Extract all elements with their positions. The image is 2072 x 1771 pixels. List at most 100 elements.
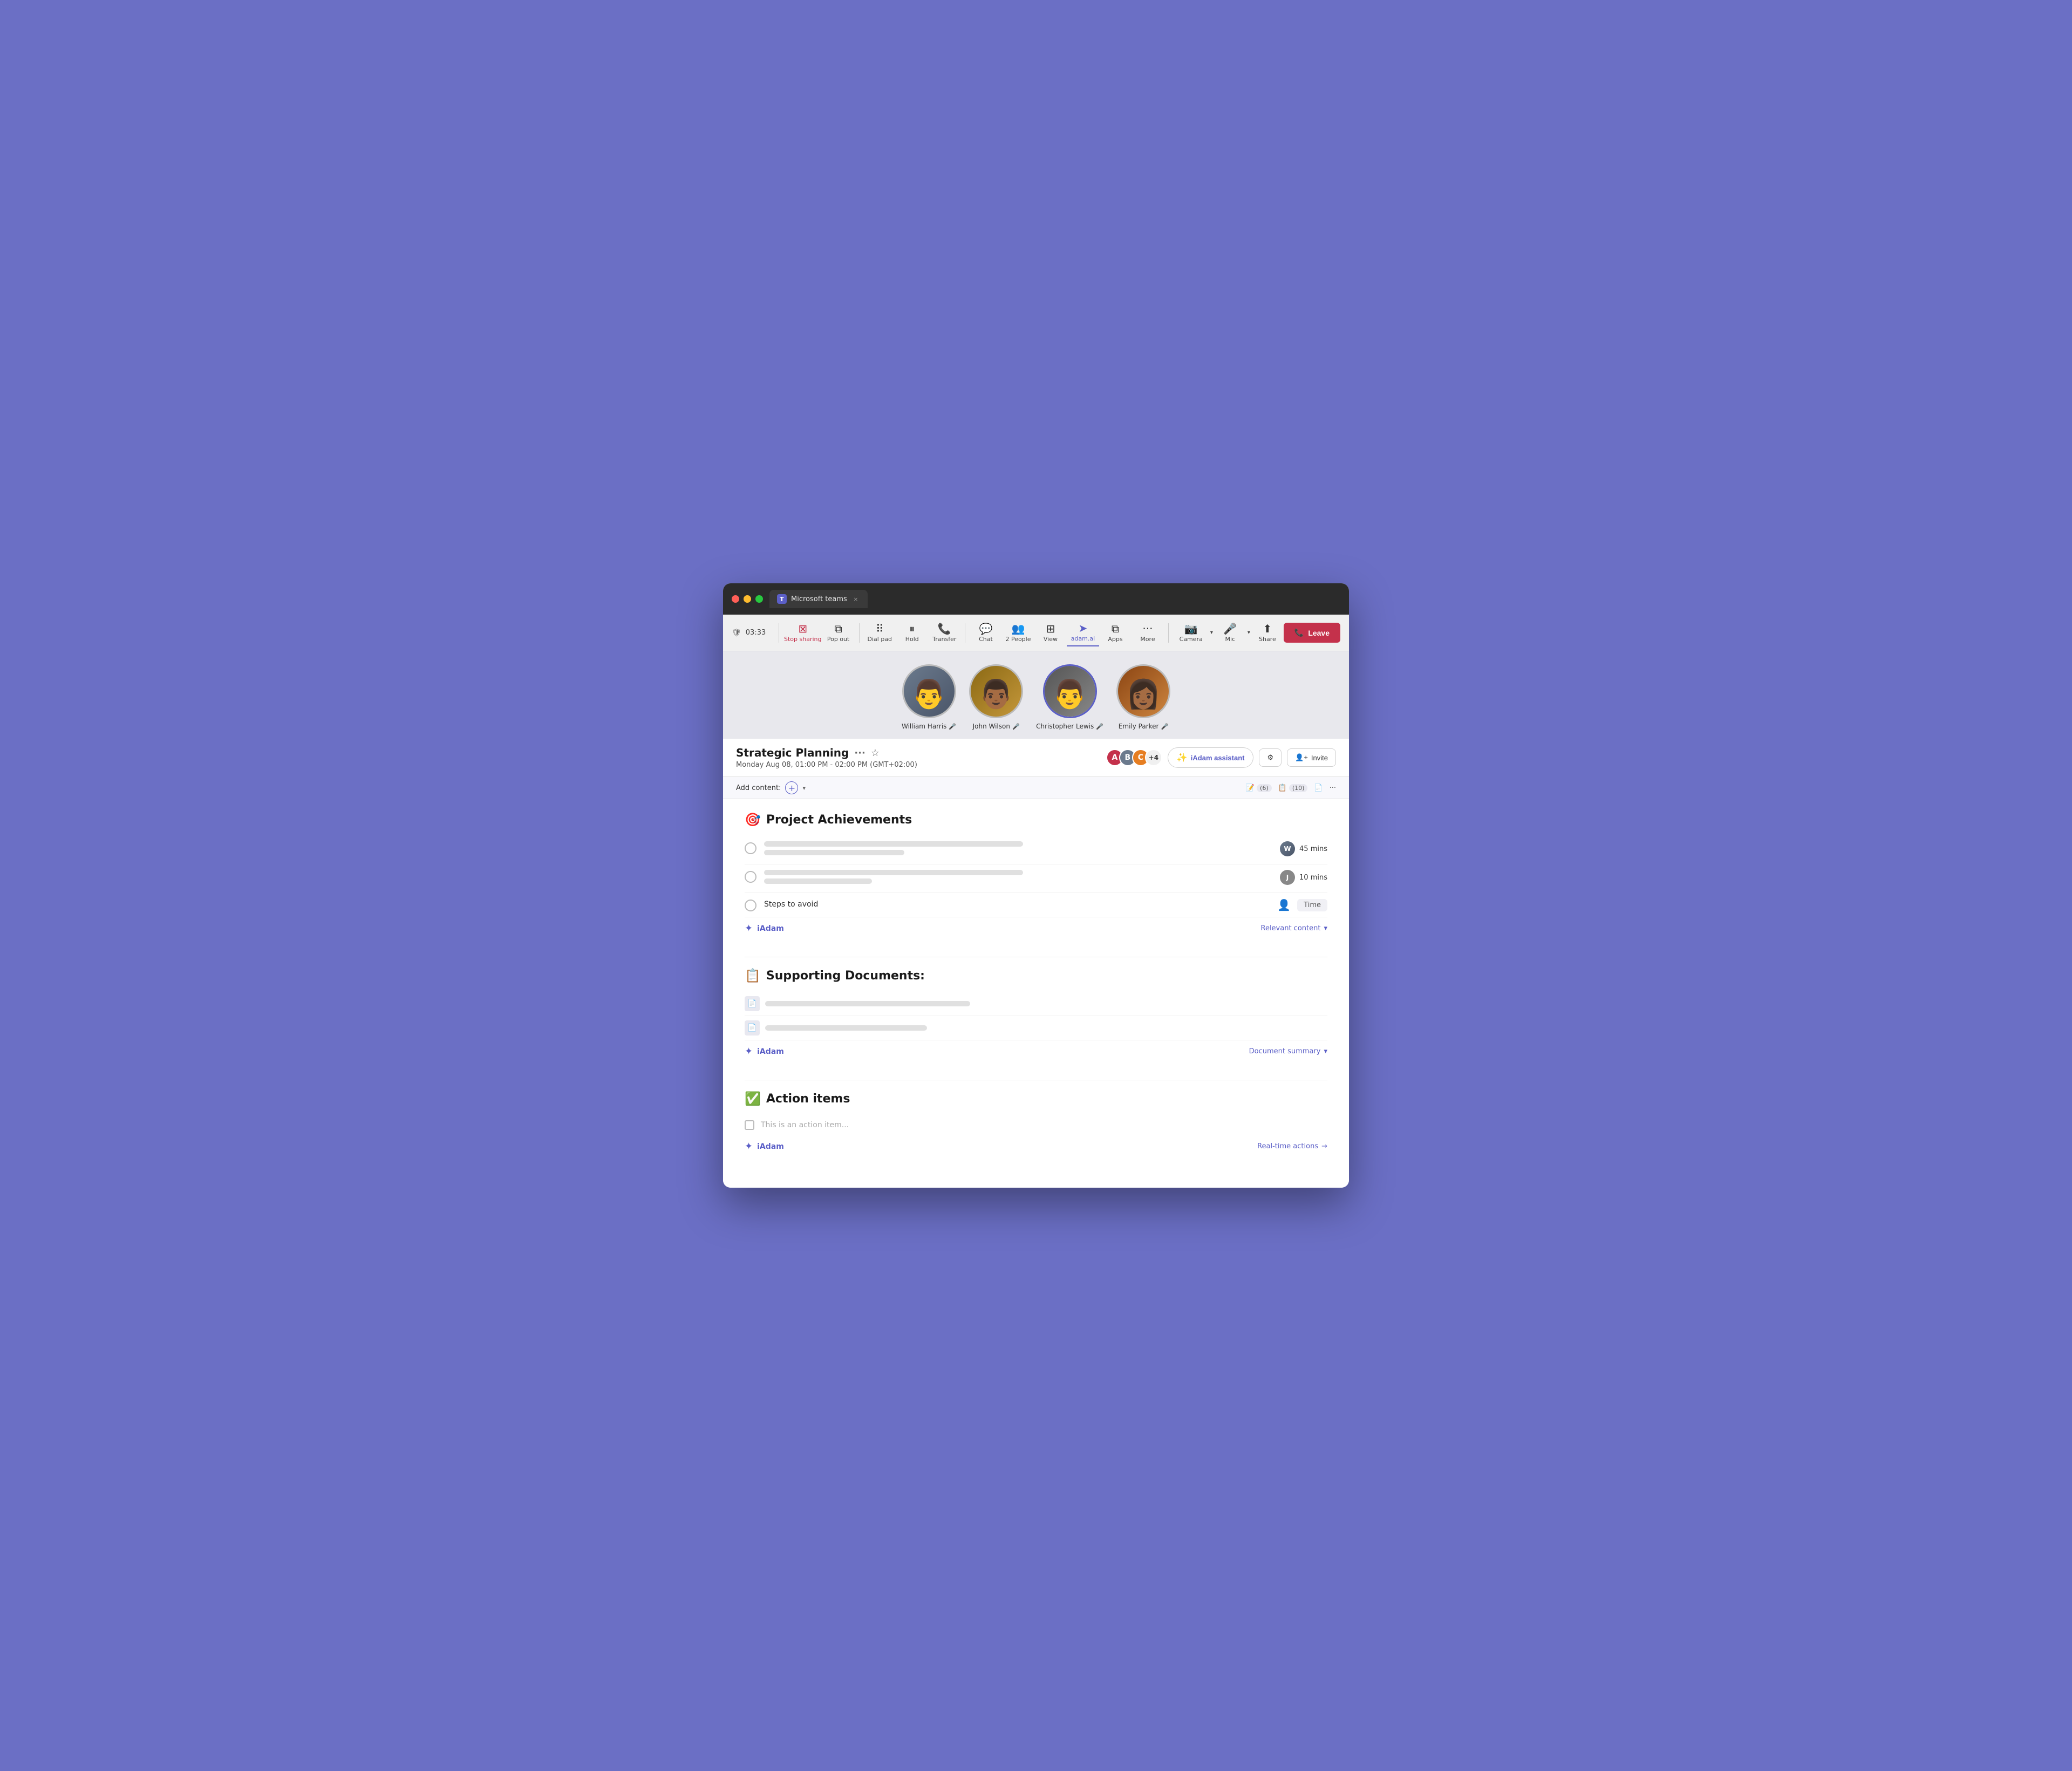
agenda-item-3: Steps to avoid 👤 Time — [745, 893, 1327, 917]
content-more-button[interactable]: 📄 — [1314, 784, 1323, 792]
supporting-documents-section: 📋 Supporting Documents: 📄 📄 ✦ iAdam Docu… — [745, 968, 1327, 1062]
content-overflow-button[interactable]: ··· — [1330, 784, 1336, 792]
call-toolbar: 🛡 03:33 ⊠ Stop sharing ⧉ Pop out ⠿ Dial … — [723, 615, 1349, 651]
iadam-label-2: ✦ iAdam — [745, 1046, 784, 1057]
agenda-text-bar-2b — [764, 878, 872, 884]
mute-icon-william: 🎤 — [949, 723, 956, 730]
invite-button[interactable]: 👤+ Invite — [1287, 748, 1336, 767]
iadam-btn-label: iAdam assistant — [1191, 754, 1245, 762]
project-achievements-icon: 🎯 — [745, 812, 761, 827]
hold-button[interactable]: ⏸ Hold — [896, 620, 928, 646]
transfer-button[interactable]: 📞 Transfer — [928, 620, 960, 646]
content-toolbar: Add content: + ▾ 📝 (6) 📋 (10) 📄 ··· — [723, 777, 1349, 799]
avatar-christopher: 👨 — [1043, 664, 1097, 718]
more-button[interactable]: ··· More — [1132, 620, 1164, 646]
relevant-content-button[interactable]: Relevant content ▾ — [1261, 924, 1328, 932]
doc-summary-button[interactable]: Document summary ▾ — [1249, 1047, 1327, 1055]
iadam-row-1: ✦ iAdam Relevant content ▾ — [745, 917, 1327, 939]
dial-pad-button[interactable]: ⠿ Dial pad — [863, 620, 896, 646]
leave-button[interactable]: 📞 Leave — [1284, 623, 1340, 643]
apps-icon: ⧉ — [1112, 623, 1119, 634]
realtime-actions-button[interactable]: Real-time actions → — [1257, 1142, 1327, 1150]
meeting-title: Strategic Planning ··· ☆ — [736, 746, 917, 759]
agenda-checkbox-2[interactable] — [745, 871, 756, 883]
tab-title: Microsoft teams — [791, 595, 847, 603]
doc-icon-1: 📄 — [745, 996, 760, 1011]
iadam-sparkle-1: ✦ — [745, 923, 753, 934]
invite-label: Invite — [1311, 754, 1328, 762]
agenda-meta-1: W 45 mins — [1271, 841, 1327, 856]
stop-sharing-button[interactable]: ⊠ Stop sharing — [783, 620, 822, 646]
share-icon: ⬆ — [1263, 623, 1272, 634]
add-content-button[interactable]: + — [785, 781, 798, 794]
avatar-img-christopher: 👨 — [1045, 666, 1095, 717]
participants-area: 👨 William Harris 🎤 👨🏾 John Wilson 🎤 👨 Ch… — [723, 651, 1349, 739]
agenda-item-1: W 45 mins — [745, 836, 1327, 864]
leave-label: Leave — [1308, 629, 1330, 637]
hold-label: Hold — [905, 636, 919, 643]
agenda-checkbox-1[interactable] — [745, 842, 756, 854]
view-button[interactable]: ⊞ View — [1034, 620, 1067, 646]
people-label: 2 People — [1005, 636, 1031, 643]
hold-icon: ⏸ — [909, 623, 915, 634]
camera-button[interactable]: 📷 Camera — [1173, 620, 1209, 646]
notes-icon: 📝 — [1246, 784, 1255, 792]
participant-name-emily: Emily Parker 🎤 — [1119, 723, 1168, 730]
meeting-settings-button[interactable]: ⚙ — [1259, 748, 1282, 767]
action-items-header: ✅ Action items — [745, 1091, 1327, 1106]
agenda-time-1: 45 mins — [1299, 845, 1327, 853]
avatar-emily: 👩🏾 — [1116, 664, 1170, 718]
leave-phone-icon: 📞 — [1294, 628, 1304, 637]
agenda-checkbox-3[interactable] — [745, 900, 756, 911]
mute-icon-christopher: 🎤 — [1096, 723, 1103, 730]
apps-button[interactable]: ⧉ Apps — [1099, 620, 1132, 646]
share-button[interactable]: ⬆ Share — [1251, 620, 1284, 646]
iadam-sparkle-icon: ✨ — [1177, 752, 1188, 763]
tab-close-button[interactable]: × — [851, 595, 860, 603]
add-content-dropdown[interactable]: ▾ — [802, 785, 806, 792]
pop-out-icon: ⧉ — [834, 623, 842, 634]
traffic-lights — [732, 595, 763, 603]
adam-ai-icon: ➤ — [1079, 623, 1088, 634]
participant-emily: 👩🏾 Emily Parker 🎤 — [1116, 664, 1170, 730]
avatar-img-john: 👨🏾 — [971, 666, 1021, 717]
people-button[interactable]: 👥 2 People — [1002, 620, 1034, 646]
tasks-count-button[interactable]: 📋 (10) — [1278, 784, 1308, 792]
participant-name-william: William Harris 🎤 — [902, 723, 956, 730]
pop-out-button[interactable]: ⧉ Pop out — [822, 620, 855, 646]
view-label: View — [1044, 636, 1058, 643]
attendees-more-count[interactable]: +4 — [1145, 749, 1162, 766]
iadam-assistant-button[interactable]: ✨ iAdam assistant — [1168, 747, 1254, 768]
meeting-more-button[interactable]: ··· — [854, 747, 865, 759]
adam-ai-button[interactable]: ➤ adam.ai — [1067, 619, 1099, 646]
settings-icon: ⚙ — [1267, 753, 1273, 762]
app-tab[interactable]: T Microsoft teams × — [769, 590, 868, 608]
minimize-button[interactable] — [744, 595, 751, 603]
chat-button[interactable]: 💬 Chat — [970, 620, 1002, 646]
agenda-avatar-2: J — [1280, 870, 1295, 885]
avatar-william: 👨 — [902, 664, 956, 718]
call-status: 🛡 03:33 — [732, 629, 766, 637]
action-items-icon: ✅ — [745, 1091, 761, 1106]
notes-count-button[interactable]: 📝 (6) — [1246, 784, 1272, 792]
mute-icon-john: 🎤 — [1012, 723, 1020, 730]
content-actions-right: 📝 (6) 📋 (10) 📄 ··· — [1246, 784, 1336, 792]
action-checkbox-1[interactable] — [745, 1120, 754, 1130]
mic-button[interactable]: 🎤 Mic — [1214, 620, 1246, 646]
camera-dropdown-arrow[interactable]: ▾ — [1209, 628, 1214, 638]
close-button[interactable] — [732, 595, 739, 603]
more-label: More — [1140, 636, 1155, 643]
tasks-icon: 📋 — [1278, 784, 1287, 792]
stop-sharing-label: Stop sharing — [784, 636, 821, 643]
adam-ai-label: adam.ai — [1071, 635, 1095, 642]
mute-icon-emily: 🎤 — [1161, 723, 1168, 730]
attendees-avatar-stack[interactable]: A B C +4 — [1106, 749, 1162, 766]
doc-summary-chevron: ▾ — [1324, 1047, 1327, 1055]
time-field-3[interactable]: Time — [1297, 899, 1327, 911]
main-content: 🎯 Project Achievements W 45 mins — [723, 799, 1349, 1188]
supporting-docs-icon: 📋 — [745, 968, 761, 983]
meeting-star-button[interactable]: ☆ — [871, 747, 880, 759]
camera-group: 📷 Camera ▾ — [1173, 620, 1214, 646]
mic-dropdown-arrow[interactable]: ▾ — [1246, 628, 1251, 638]
maximize-button[interactable] — [755, 595, 763, 603]
